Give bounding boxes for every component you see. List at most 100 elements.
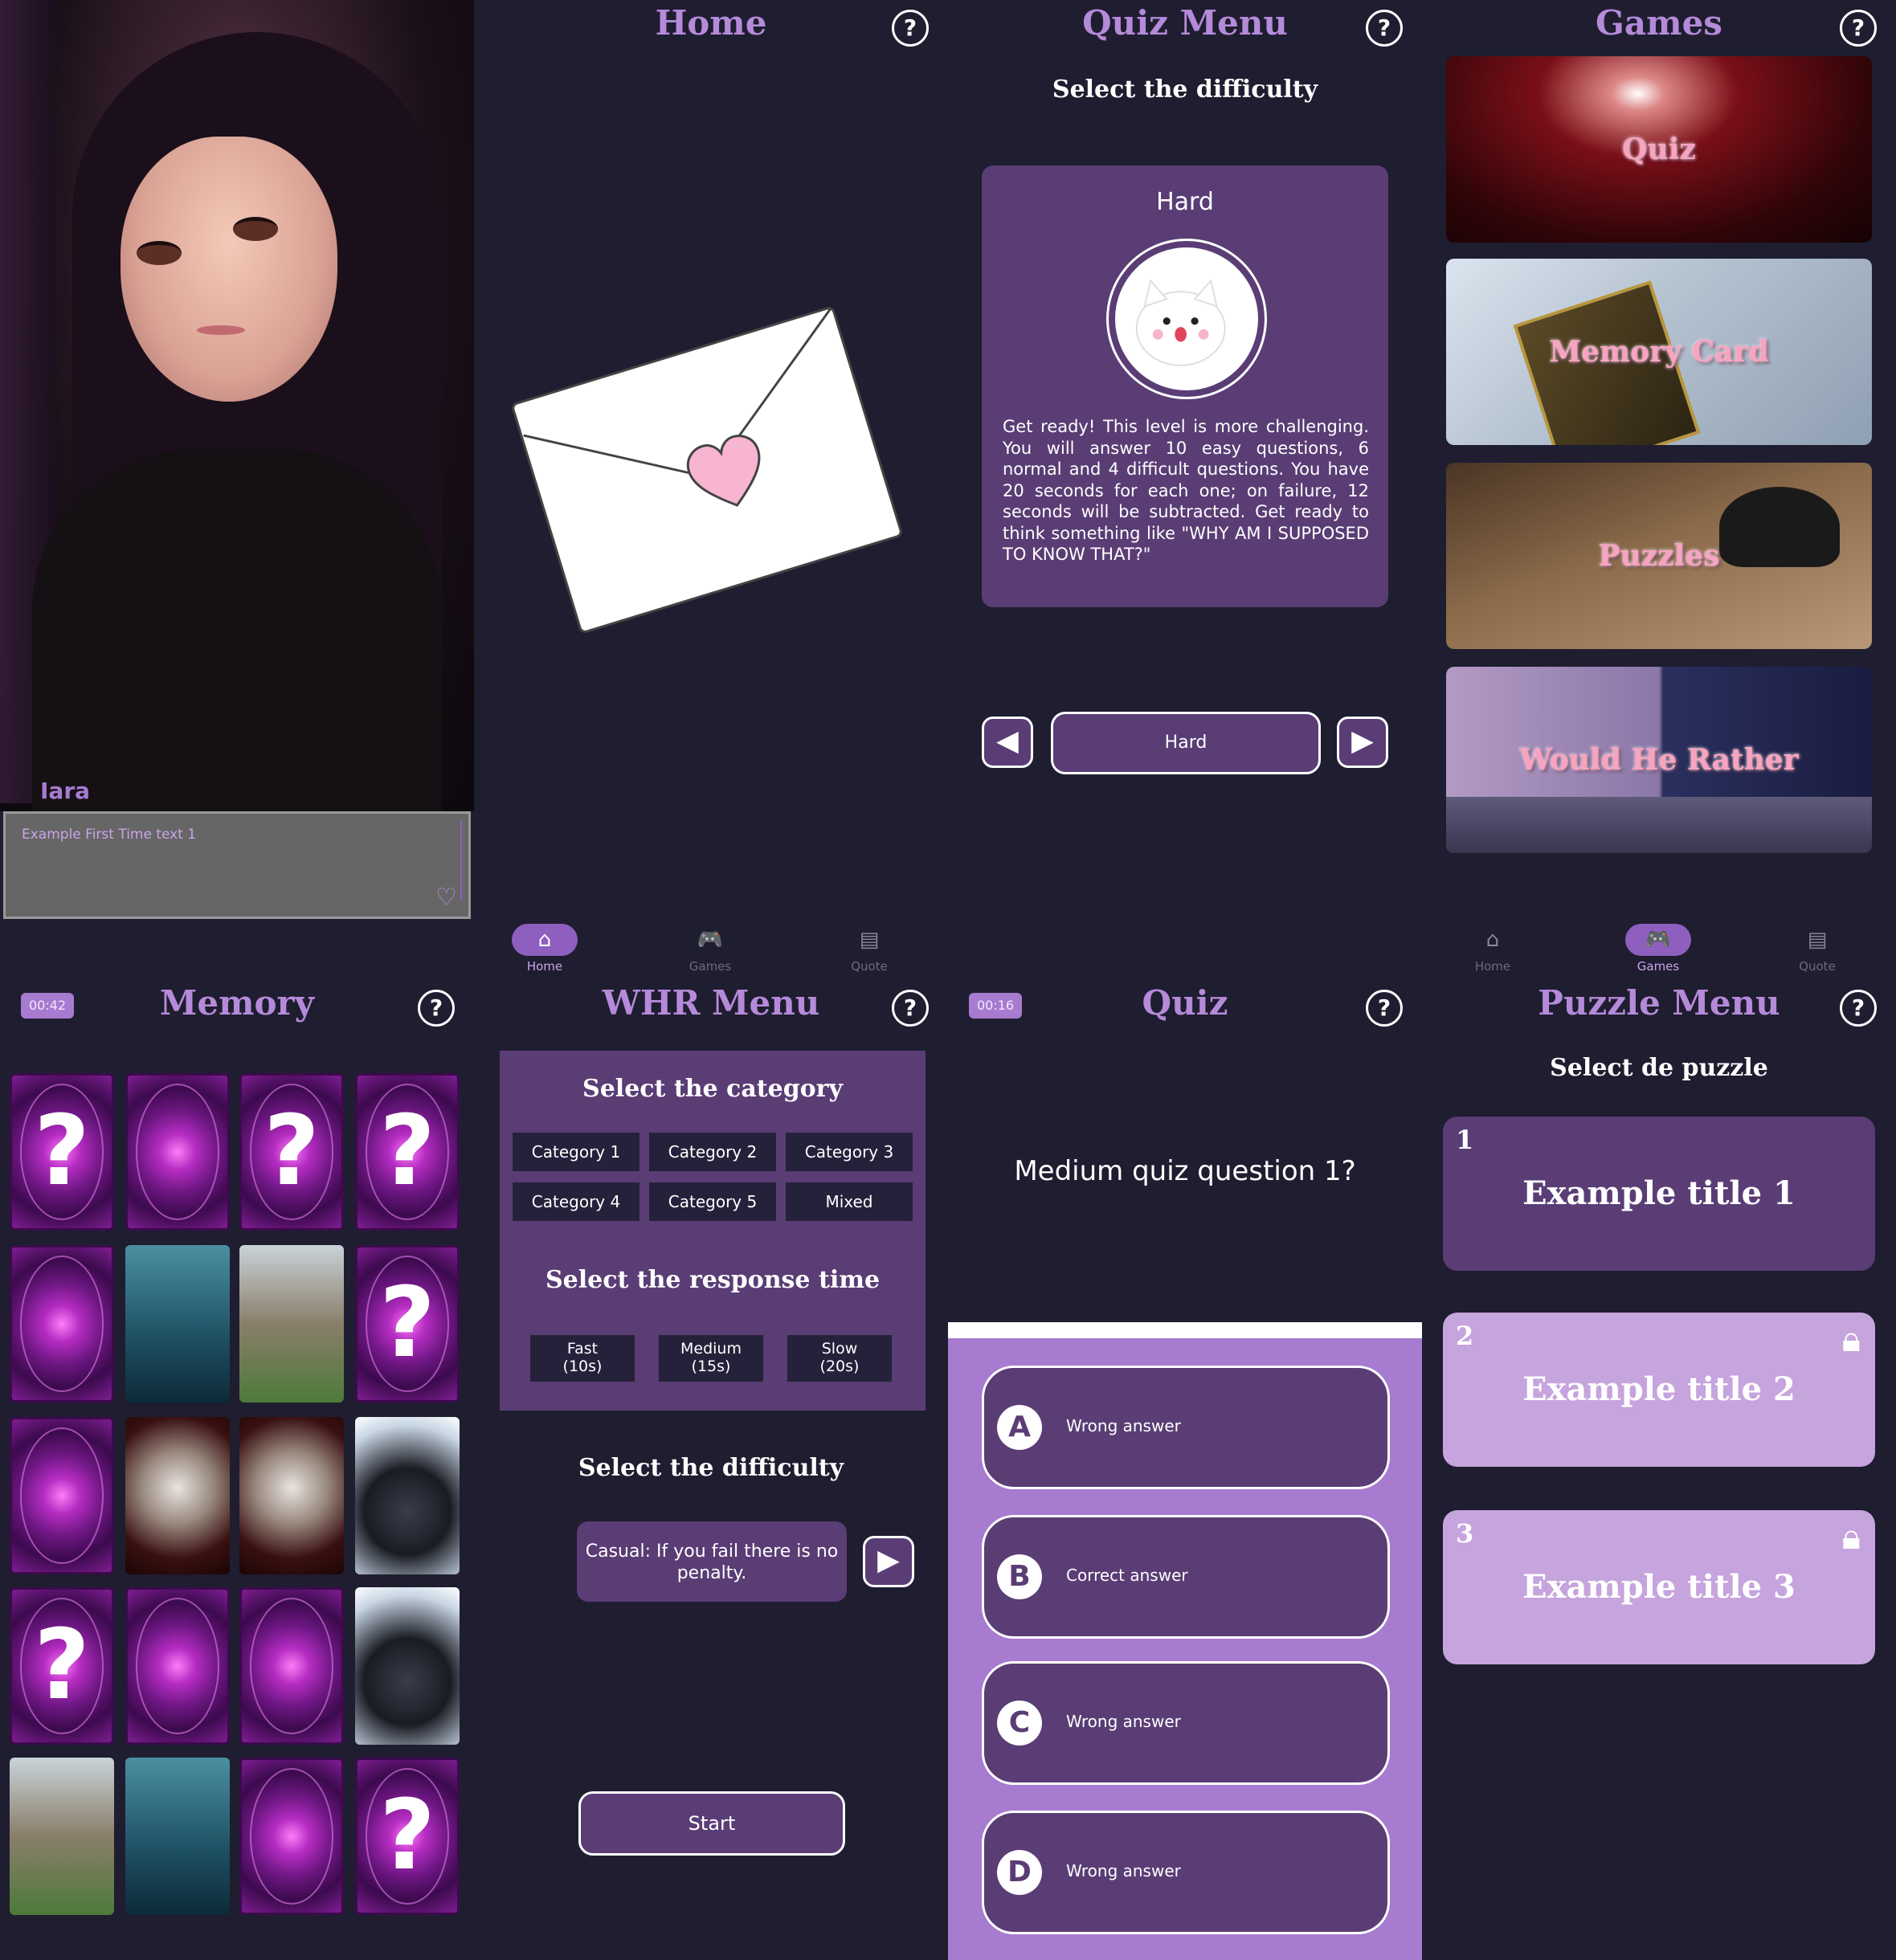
puzzle-number: 2: [1456, 1321, 1474, 1351]
puzzle-title: Example title 3: [1522, 1568, 1796, 1606]
memory-card-face[interactable]: [239, 1417, 344, 1574]
memory-card-face[interactable]: [355, 1587, 460, 1745]
gamepad-icon: 🎮: [697, 928, 724, 952]
difficulty-selector[interactable]: Hard: [1051, 712, 1321, 774]
answers-area: A Wrong answer B Correct answer C Wrong …: [948, 1322, 1422, 1960]
answer-b-button[interactable]: B Correct answer: [982, 1515, 1390, 1639]
help-icon[interactable]: ?: [892, 10, 929, 47]
nav-item-home[interactable]: ⌂ Home: [1453, 924, 1533, 974]
nav-item-home[interactable]: ⌂ Home: [505, 924, 585, 974]
response-label: Slow: [821, 1340, 858, 1358]
memory-card-back[interactable]: ?: [239, 1073, 344, 1231]
memory-card-face[interactable]: [125, 1758, 230, 1915]
home-screen: Home ? ⌂ Home 🎮 Games ▤ Quote: [474, 0, 948, 980]
help-icon[interactable]: ?: [1840, 990, 1877, 1027]
difficulty-description: Get ready! This level is more challengin…: [1003, 417, 1369, 564]
answer-text: Wrong answer: [1066, 1861, 1181, 1880]
response-slow-button[interactable]: Slow (20s): [787, 1335, 892, 1382]
page-title: Memory: [159, 983, 315, 1023]
character-portrait: [0, 0, 474, 811]
puzzle-card-1[interactable]: 1 Example title 1: [1443, 1117, 1875, 1271]
answer-c-button[interactable]: C Wrong answer: [982, 1661, 1390, 1785]
response-value: (20s): [819, 1358, 860, 1375]
nav-item-quote[interactable]: ▤ Quote: [1777, 924, 1857, 974]
game-card-puzzles[interactable]: Puzzles: [1446, 463, 1872, 649]
memory-card-back[interactable]: ?: [10, 1587, 114, 1745]
dialog-box[interactable]: Example First Time text 1 ♡: [3, 811, 471, 919]
answer-d-button[interactable]: D Wrong answer: [982, 1811, 1390, 1934]
quiz-screen: 00:16 Quiz ? Medium quiz question 1? A W…: [948, 980, 1422, 1960]
memory-card-back[interactable]: [10, 1417, 114, 1574]
memory-card-face[interactable]: [125, 1417, 230, 1574]
start-button[interactable]: Start: [578, 1791, 845, 1856]
help-icon[interactable]: ?: [418, 990, 455, 1027]
help-icon[interactable]: ?: [1366, 990, 1403, 1027]
category-heading: Select the category: [582, 1075, 843, 1103]
quiz-menu-screen: Quiz Menu ? Select the difficulty Hard G…: [948, 0, 1422, 980]
game-card-label: Puzzles: [1598, 539, 1720, 573]
memory-card-back[interactable]: ?: [355, 1758, 460, 1915]
nav-item-games[interactable]: 🎮 Games: [1618, 924, 1698, 974]
memory-card-back[interactable]: [125, 1073, 230, 1231]
memory-card-back[interactable]: [239, 1758, 344, 1915]
help-icon[interactable]: ?: [892, 990, 929, 1027]
puzzle-card-2[interactable]: 2 🔒︎ Example title 2: [1443, 1313, 1875, 1467]
nav-label: Home: [1474, 959, 1511, 974]
difficulty-description: Casual: If you fail there is no penalty.: [577, 1521, 847, 1602]
help-icon[interactable]: ?: [1366, 10, 1403, 47]
next-difficulty-button[interactable]: ▶: [1337, 717, 1388, 768]
question-mark-icon: ?: [264, 1096, 320, 1207]
memory-card-face[interactable]: [125, 1245, 230, 1403]
help-icon[interactable]: ?: [1840, 10, 1877, 47]
triangle-right-icon: ▶: [1351, 725, 1374, 757]
question-mark-icon: ?: [379, 1780, 435, 1892]
category-mixed-button[interactable]: Mixed: [786, 1182, 913, 1221]
game-card-label: Quiz: [1622, 133, 1696, 166]
category-4-button[interactable]: Category 4: [513, 1182, 639, 1221]
memory-card-face[interactable]: [10, 1758, 114, 1915]
triangle-left-icon: ◀: [996, 725, 1019, 757]
memory-card-back[interactable]: [239, 1587, 344, 1745]
category-1-button[interactable]: Category 1: [513, 1133, 639, 1171]
games-screen: Games ? Quiz Memory Card Puzzles Would H…: [1422, 0, 1896, 980]
category-5-button[interactable]: Category 5: [649, 1182, 776, 1221]
bottom-nav: ⌂ Home 🎮 Games ▤ Quote: [474, 916, 948, 980]
game-card-would-he-rather[interactable]: Would He Rather: [1446, 667, 1872, 853]
puzzle-card-3[interactable]: 3 🔒︎ Example title 3: [1443, 1510, 1875, 1664]
memory-card-back[interactable]: [10, 1245, 114, 1403]
game-card-quiz[interactable]: Quiz: [1446, 56, 1872, 243]
page-title: Games: [1596, 3, 1722, 43]
puzzle-title: Example title 1: [1522, 1174, 1796, 1212]
game-card-memory[interactable]: Memory Card: [1446, 259, 1872, 445]
memory-card-back[interactable]: ?: [355, 1245, 460, 1403]
memory-card-face[interactable]: [239, 1245, 344, 1403]
memory-card-back[interactable]: [125, 1587, 230, 1745]
puzzle-title: Example title 2: [1522, 1370, 1796, 1408]
game-card-label: Memory Card: [1549, 335, 1769, 369]
nav-label: Home: [526, 959, 563, 974]
whr-options-box: Select the category Category 1 Category …: [500, 1051, 926, 1411]
cat-mascot-icon: [1109, 241, 1265, 397]
memory-card-back[interactable]: ?: [355, 1073, 460, 1231]
nav-label: Games: [689, 959, 732, 974]
heart-outline-icon[interactable]: ♡: [435, 884, 457, 912]
next-difficulty-button[interactable]: ▶: [863, 1536, 914, 1587]
memory-card-back[interactable]: ?: [10, 1073, 114, 1231]
response-value: (15s): [691, 1358, 731, 1375]
nav-item-quote[interactable]: ▤ Quote: [829, 924, 909, 974]
category-3-button[interactable]: Category 3: [786, 1133, 913, 1171]
love-letter-envelope[interactable]: [510, 305, 904, 635]
book-icon: ▤: [1807, 928, 1828, 952]
previous-difficulty-button[interactable]: ◀: [982, 717, 1033, 768]
category-2-button[interactable]: Category 2: [649, 1133, 776, 1171]
page-title: Home: [655, 3, 767, 43]
answer-a-button[interactable]: A Wrong answer: [982, 1366, 1390, 1489]
memory-game-screen: 00:42 Memory ? ??????: [0, 980, 474, 1960]
dialog-scrollbar: [460, 820, 462, 900]
response-time-heading: Select the response time: [545, 1266, 881, 1294]
memory-card-face[interactable]: [355, 1417, 460, 1574]
response-medium-button[interactable]: Medium (15s): [659, 1335, 763, 1382]
response-fast-button[interactable]: Fast (10s): [530, 1335, 635, 1382]
nav-item-games[interactable]: 🎮 Games: [670, 924, 750, 974]
response-value: (10s): [562, 1358, 603, 1375]
